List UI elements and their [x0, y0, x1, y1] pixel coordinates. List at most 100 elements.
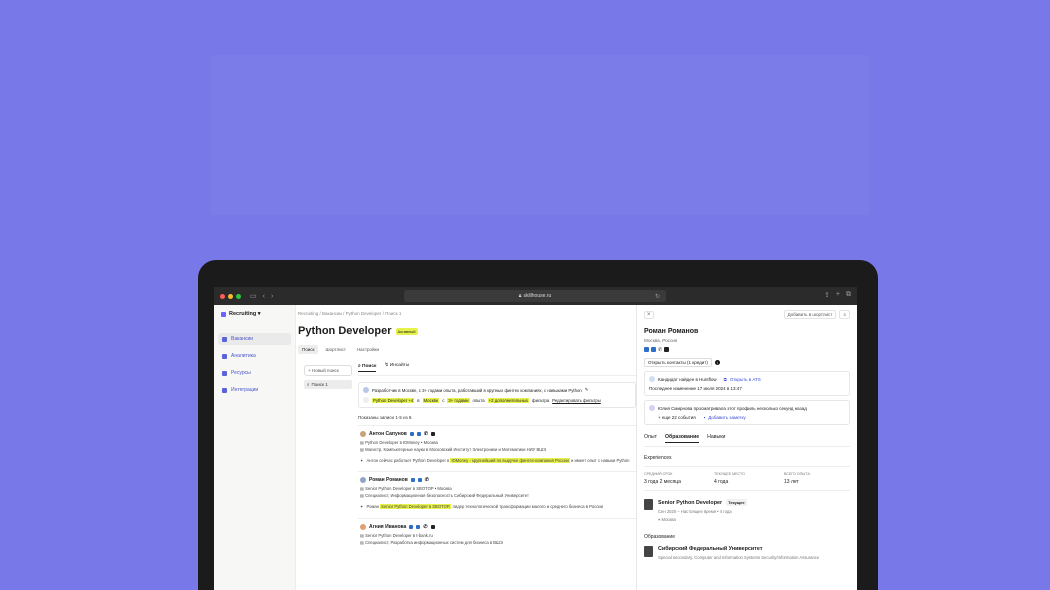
tab-skills[interactable]: Навыки: [707, 434, 725, 443]
sidebar-item-vacancies[interactable]: Вакансии: [218, 333, 291, 345]
tabs-overview-icon[interactable]: ⧉: [846, 291, 851, 299]
more-events-link[interactable]: + еще 22 события: [658, 415, 696, 420]
sparkle-icon: ✦: [360, 458, 364, 463]
candidate-education: Магистр, Компьютерные науки в Московский…: [365, 447, 547, 452]
candidate-name[interactable]: Роман Романов: [369, 477, 408, 483]
lock-icon: 🔒︎: [518, 293, 522, 299]
chart-icon: [222, 353, 227, 359]
summary-text: Антон сейчас работает Python Developer в: [366, 458, 450, 463]
profile-icon[interactable]: [416, 432, 421, 436]
candidate-summary: ✦ Антон сейчас работает Python Developer…: [360, 458, 634, 464]
reload-icon[interactable]: ↻: [655, 293, 660, 300]
phone-icon[interactable]: ✆: [424, 431, 428, 437]
url-text: skillhouse.ru: [523, 293, 552, 299]
workspace-switcher[interactable]: Recruiting ▾: [218, 311, 291, 317]
maximize-window-dot[interactable]: [236, 293, 241, 299]
address-bar[interactable]: 🔒︎ skillhouse.ru ↻: [404, 290, 666, 302]
query-text: Разработчик в Москве, с 3+ годами опыта,…: [372, 387, 582, 393]
linkedin-icon[interactable]: [409, 432, 414, 436]
forward-icon[interactable]: ›: [271, 293, 273, 300]
phone-icon[interactable]: ✆: [658, 347, 662, 353]
sidebar-item-label: Ресурсы: [231, 370, 251, 376]
candidate-education: Специалист, Разработка информационных си…: [365, 539, 503, 545]
graduation-icon: ▤: [360, 493, 364, 499]
profile-icon[interactable]: [416, 524, 421, 529]
open-in-ats-link[interactable]: Открыть в ATS: [730, 377, 761, 382]
tab-search-results[interactable]: ⌕ Поиск: [358, 363, 377, 372]
breadcrumb[interactable]: Recruiting / Вакансии / Python Developer…: [298, 311, 401, 316]
tab-insights[interactable]: ↯ Инсайты: [384, 363, 409, 372]
profile-location: Москва, Россия: [644, 338, 678, 343]
close-window-dot[interactable]: [220, 293, 225, 299]
tab-experience[interactable]: Опыт: [644, 434, 657, 443]
open-contacts-button[interactable]: Открыть контакты (1 кредит): [644, 358, 712, 367]
profile-social-links: ✆: [644, 347, 850, 353]
main-area: Recruiting / Вакансии / Python Developer…: [296, 305, 636, 590]
minimize-window-dot[interactable]: [228, 293, 233, 299]
sidebar-item-label: Аналитика: [231, 353, 256, 359]
current-job-badge: Текущее: [726, 499, 747, 506]
sidebar-item-analytics[interactable]: Аналитика: [218, 350, 291, 362]
filter-chip-location[interactable]: Москве: [422, 397, 440, 403]
search-list: + Новый поиск ⌕ Поиск 1: [304, 365, 352, 389]
tab-search[interactable]: Поиск: [298, 345, 319, 354]
stat-label: ТЕКУЩЕЕ МЕСТО: [714, 472, 745, 476]
ats-found-text: Кандидат найден в Huntflow: [658, 376, 717, 382]
panel-toolbar: × Добавить в шортлист ≡: [644, 310, 850, 319]
candidate-role: Senior Python Developer в t-bank.ru: [365, 532, 433, 538]
graduation-icon: ▤: [360, 539, 364, 545]
candidate-name-row: Антон Сапунов ✆: [360, 431, 634, 437]
tab-settings[interactable]: Настройки: [353, 345, 383, 354]
search-list-item[interactable]: ⌕ Поиск 1: [304, 380, 352, 389]
ats-found-row: Кандидат найден в Huntflow ⧉ Открыть в A…: [649, 376, 845, 382]
linkedin-icon[interactable]: [644, 347, 649, 352]
filter-chip-more[interactable]: +2 дополнительных: [487, 397, 530, 403]
menu-icon[interactable]: ≡: [839, 310, 850, 319]
phone-icon[interactable]: ✆: [423, 524, 427, 530]
linkedin-icon[interactable]: [409, 524, 414, 529]
github-icon[interactable]: [430, 524, 435, 529]
candidate-card[interactable]: Антон Сапунов ✆ ▤ Python Developer в ЮMo…: [358, 425, 636, 471]
candidate-location: • Москва: [434, 486, 452, 492]
github-icon[interactable]: [664, 347, 670, 352]
candidate-edu-row: ▤ Специалист, Разработка информационных …: [360, 540, 634, 545]
briefcase-icon: ▤: [360, 486, 364, 492]
new-tab-icon[interactable]: +: [836, 291, 840, 299]
add-note-button[interactable]: Добавить заметку: [708, 415, 745, 420]
tab-shortlist[interactable]: Шортлист: [321, 345, 349, 354]
search-item-label: Поиск 1: [311, 382, 328, 387]
phone-icon[interactable]: ✆: [425, 477, 429, 483]
new-search-button[interactable]: + Новый поиск: [304, 365, 352, 376]
profile-icon[interactable]: [417, 478, 422, 483]
stat-label: ВСЕГО ОПЫТА: [784, 472, 810, 476]
edit-pencil-icon[interactable]: ✎: [585, 387, 589, 393]
close-icon[interactable]: ×: [644, 310, 654, 319]
edit-filters-link[interactable]: Редактировать фильтры: [552, 398, 601, 403]
experiences-heading: Experiences: [644, 455, 672, 461]
filter-chip-experience[interactable]: 3+ годами: [447, 397, 470, 403]
candidate-name[interactable]: Агния Иванова: [369, 524, 406, 530]
candidate-location: • Москва: [420, 440, 438, 445]
filter-chip-role[interactable]: Python Developer +4: [372, 397, 415, 403]
profile-icon[interactable]: [651, 347, 656, 352]
profile-name: Роман Романов: [644, 328, 699, 335]
sidebar-toggle-icon[interactable]: ▭: [250, 292, 257, 300]
plug-icon: [222, 387, 227, 393]
candidate-name[interactable]: Антон Сапунов: [369, 431, 407, 437]
github-icon[interactable]: [431, 432, 436, 436]
back-icon[interactable]: ‹: [263, 293, 265, 300]
sidebar-item-resources[interactable]: Ресурсы: [218, 367, 291, 379]
brand-icon: [221, 311, 226, 317]
share-icon[interactable]: ⇪: [824, 291, 830, 299]
summary-text: лидер технологической трансформации мало…: [452, 504, 603, 510]
job-location-row: ⌖ Москва: [658, 517, 747, 522]
activity-row: Юлия Смирнова просматривала этот профиль…: [649, 405, 845, 411]
tab-education[interactable]: Образование: [664, 434, 700, 443]
candidate-card[interactable]: Агния Иванова ✆ ▤ Senior Python Develope…: [358, 517, 636, 554]
graduation-icon: ▤: [360, 447, 364, 452]
add-to-shortlist-button[interactable]: Добавить в шортлист: [783, 310, 837, 319]
candidate-card[interactable]: Роман Романов ✆ ▤ Senior Python Develope…: [358, 471, 636, 517]
info-icon[interactable]: i: [714, 360, 720, 365]
linkedin-icon[interactable]: [410, 478, 415, 483]
sidebar-item-integrations[interactable]: Интеграции: [218, 384, 291, 396]
